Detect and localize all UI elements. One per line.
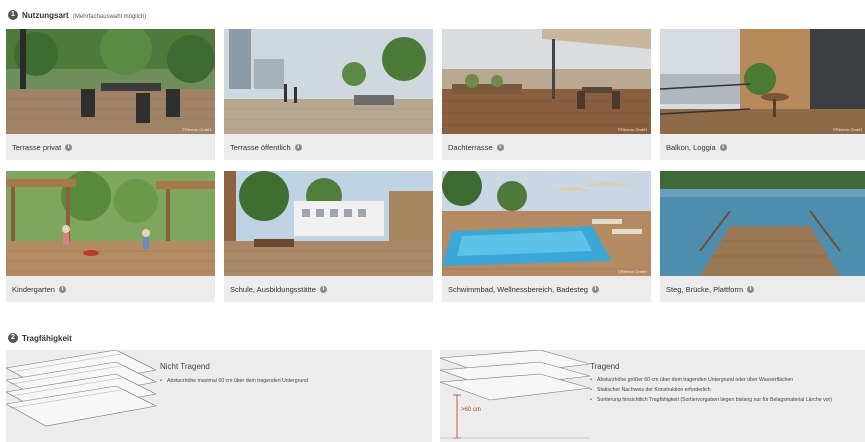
decking-elevated-illustration [440,350,590,439]
bullet-item: Statischer Nachweis der Konstruktion erf… [590,387,855,394]
section-nutzungsart-header: 1 Nutzungsart (Mehrfachauswahl möglich) [8,10,146,20]
card-label: Dachterrasse [448,142,493,152]
roof-terrace-photo: ©Fiberon GmbH [442,29,651,134]
usage-card-dachterrasse[interactable]: ©Fiberon GmbH Dachterrasse i [442,29,651,160]
usage-card-terrasse-privat[interactable]: ©Fiberon GmbH Terrasse privat i [6,29,215,160]
info-icon[interactable]: i [294,143,302,151]
step-number-badge: 1 [8,10,18,20]
info-icon[interactable]: i [319,285,327,293]
height-label: >60 cm [461,407,481,413]
card-label-row: Schwimmbad, Wellnessbereich, Badesteg i [442,276,651,302]
info-icon[interactable]: i [747,285,755,293]
info-icon[interactable]: i [591,285,599,293]
bullet-item: Sortierung hinsichtlich Tragfähigkeit (S… [590,397,855,404]
card-label: Terrasse öffentlich [230,142,291,152]
card-label-row: Schule, Ausbildungsstätte i [224,276,433,302]
usage-card-terrasse-oeffentlich[interactable]: Terrasse öffentlich i [224,29,433,160]
photo-credit: ©Fiberon GmbH [832,127,862,132]
section-tragfaehigkeit-header: 2 Tragfähigkeit [8,333,72,343]
usage-card-kindergarten[interactable]: Kindergarten i [6,171,215,302]
terrace-public-photo [224,29,433,134]
option-title: Tragend [590,362,620,371]
option-bullets: Absturzhöhe maximal 60 cm über dem trage… [160,378,420,388]
balcony-photo: ©Fiberon GmbH [660,29,865,134]
usage-card-schwimmbad[interactable]: ©Fiberon GmbH Schwimmbad, Wellnessbereic… [442,171,651,302]
usage-type-grid: ©Fiberon GmbH Terrasse privat i Terrasse… [6,29,865,302]
photo-credit: ©Fiberon GmbH [617,127,647,132]
card-label: Steg, Brücke, Plattform [666,284,744,294]
info-icon[interactable]: i [58,285,66,293]
card-label-row: Kindergarten i [6,276,215,302]
card-label: Schule, Ausbildungsstätte [230,284,316,294]
card-label-row: Balkon, Loggia i [660,134,865,160]
option-nicht-tragend[interactable]: Nicht Tragend Absturzhöhe maximal 60 cm … [6,350,432,442]
kindergarten-photo [6,171,215,276]
option-title: Nicht Tragend [160,362,210,371]
card-label-row: Dachterrasse i [442,134,651,160]
jetty-photo [660,171,865,276]
usage-card-balkon-loggia[interactable]: ©Fiberon GmbH Balkon, Loggia i [660,29,865,160]
usage-card-schule[interactable]: Schule, Ausbildungsstätte i [224,171,433,302]
school-photo [224,171,433,276]
terrace-private-photo: ©Fiberon GmbH [6,29,215,134]
option-tragend[interactable]: >60 cm Tragend Absturzhöhe größer 60 cm … [440,350,865,442]
info-icon[interactable]: i [65,143,73,151]
card-label-row: Terrasse privat i [6,134,215,160]
section-subtitle: (Mehrfachauswahl möglich) [72,13,147,20]
card-label: Kindergarten [12,284,55,294]
section-title: Tragfähigkeit [22,333,72,343]
card-label-row: Terrasse öffentlich i [224,134,433,160]
pool-photo: ©Fiberon GmbH [442,171,651,276]
info-icon[interactable]: i [719,143,727,151]
usage-card-steg-bruecke-plattform[interactable]: Steg, Brücke, Plattform i [660,171,865,302]
card-label-row: Steg, Brücke, Plattform i [660,276,865,302]
card-label: Schwimmbad, Wellnessbereich, Badesteg [448,284,588,294]
photo-credit: ©Fiberon GmbH [181,127,211,132]
card-label: Balkon, Loggia [666,142,716,152]
option-bullets: Absturzhöhe größer 60 cm über dem tragen… [590,377,855,407]
card-label: Terrasse privat [12,142,62,152]
photo-credit: ©Fiberon GmbH [617,269,647,274]
decking-boards-illustration [6,350,156,427]
section-title: Nutzungsart (Mehrfachauswahl möglich) [22,11,146,20]
section-title-text: Nutzungsart [22,10,69,20]
bullet-item: Absturzhöhe größer 60 cm über dem tragen… [590,377,855,384]
info-icon[interactable]: i [496,143,504,151]
step-number-badge: 2 [8,333,18,343]
bullet-item: Absturzhöhe maximal 60 cm über dem trage… [160,378,420,385]
